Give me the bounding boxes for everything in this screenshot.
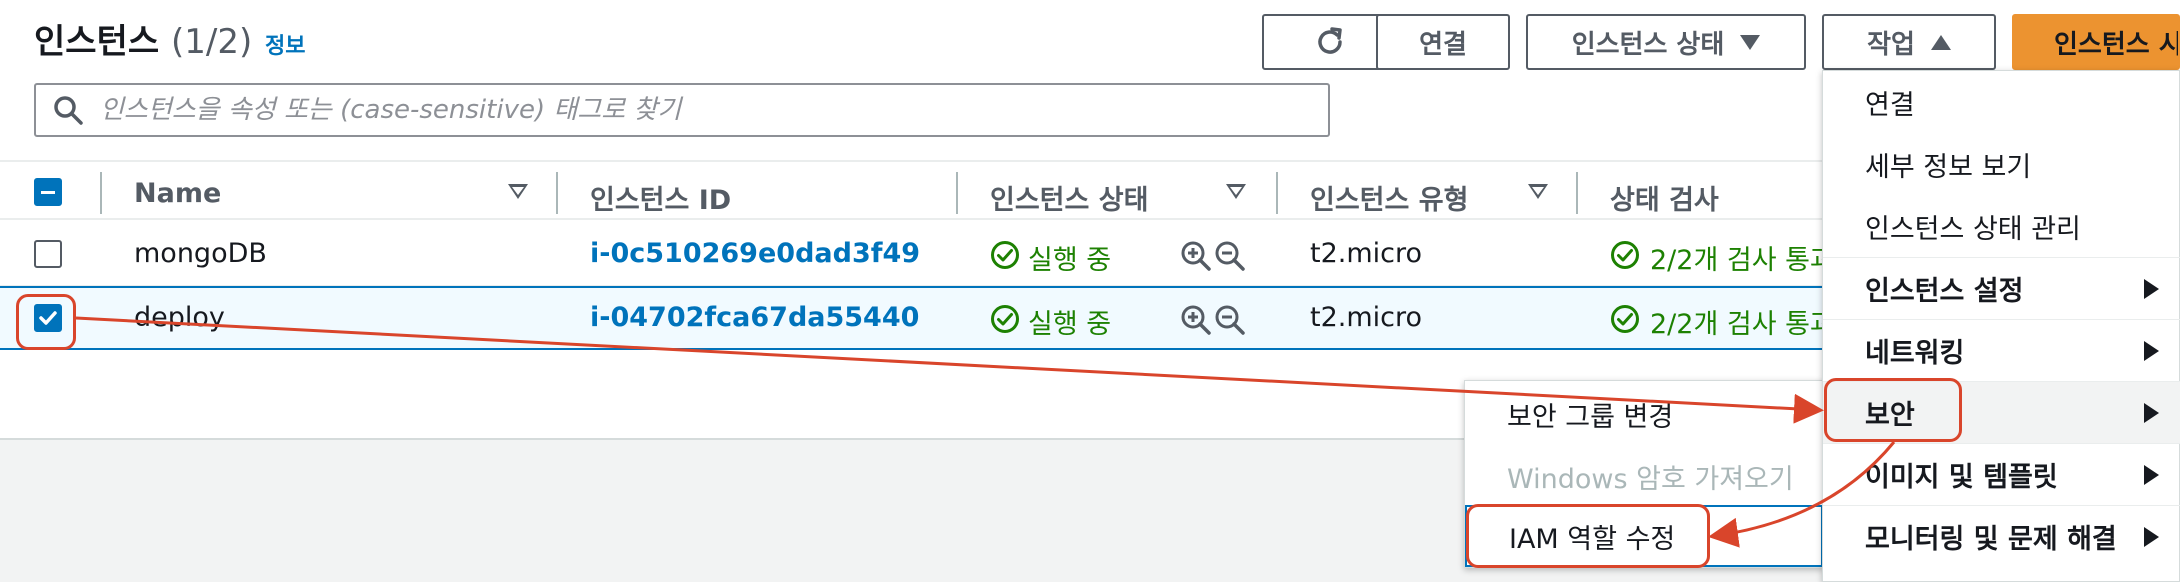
annotation-arrows bbox=[75, 316, 1896, 548]
